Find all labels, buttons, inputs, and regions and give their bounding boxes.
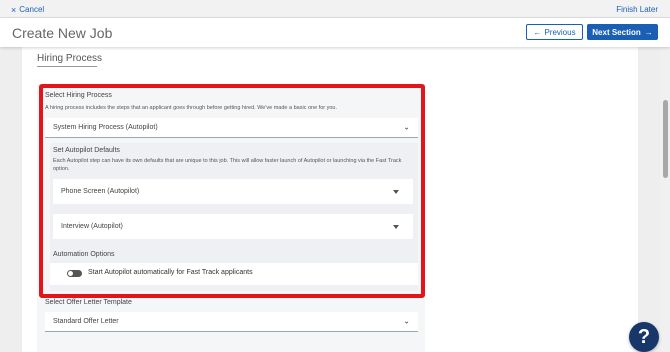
- page-title: Create New Job: [12, 25, 113, 41]
- fast-track-toggle[interactable]: [67, 270, 82, 277]
- help-button[interactable]: ?: [629, 322, 659, 352]
- page-header: Create New Job ← Previous Next Section →: [0, 18, 670, 47]
- caret-down-icon: [393, 189, 399, 194]
- section-title: Hiring Process: [37, 53, 103, 64]
- interview-select[interactable]: Interview (Autopilot): [53, 214, 413, 239]
- automation-options-label: Automation Options: [53, 251, 115, 258]
- close-icon: ×: [11, 4, 17, 15]
- caret-down-icon: [393, 224, 399, 229]
- cancel-link[interactable]: × Cancel: [11, 5, 44, 14]
- scrollbar-track: [660, 47, 670, 352]
- cancel-label: Cancel: [19, 5, 45, 14]
- section-underline: [37, 66, 97, 67]
- hiring-process-label: Select Hiring Process: [45, 92, 112, 99]
- top-bar: × Cancel Finish Later: [0, 0, 670, 18]
- phone-screen-select[interactable]: Phone Screen (Autopilot): [53, 179, 413, 204]
- hiring-process-description: A hiring process includes the steps that…: [45, 105, 338, 111]
- finish-later-link[interactable]: Finish Later: [616, 5, 658, 14]
- interview-value: Interview (Autopilot): [61, 223, 123, 230]
- autopilot-defaults-label: Set Autopilot Defaults: [53, 147, 120, 154]
- previous-button[interactable]: ← Previous: [526, 24, 583, 40]
- autopilot-defaults-description: Each Autopilot step can have its own def…: [53, 158, 402, 172]
- next-label: Next Section: [592, 27, 641, 37]
- next-section-button[interactable]: Next Section →: [587, 24, 658, 40]
- phone-screen-value: Phone Screen (Autopilot): [61, 188, 140, 195]
- hiring-process-select[interactable]: System Hiring Process (Autopilot) ⌄: [45, 118, 418, 138]
- offer-letter-select[interactable]: Standard Offer Letter ⌄: [45, 312, 418, 332]
- arrow-left-icon: ←: [533, 27, 542, 37]
- chevron-down-icon: ⌄: [403, 122, 410, 132]
- fast-track-toggle-label: Start Autopilot automatically for Fast T…: [88, 269, 253, 276]
- previous-label: Previous: [544, 27, 576, 37]
- help-icon: ?: [637, 325, 651, 348]
- hiring-process-value: System Hiring Process (Autopilot): [53, 124, 158, 131]
- chevron-down-icon: ⌄: [403, 316, 410, 326]
- offer-letter-label: Select Offer Letter Template: [45, 299, 132, 306]
- automation-toggle-row: Start Autopilot automatically for Fast T…: [50, 263, 418, 285]
- offer-letter-value: Standard Offer Letter: [53, 318, 119, 325]
- arrow-right-icon: →: [644, 27, 653, 37]
- scrollbar-thumb[interactable]: [663, 100, 668, 178]
